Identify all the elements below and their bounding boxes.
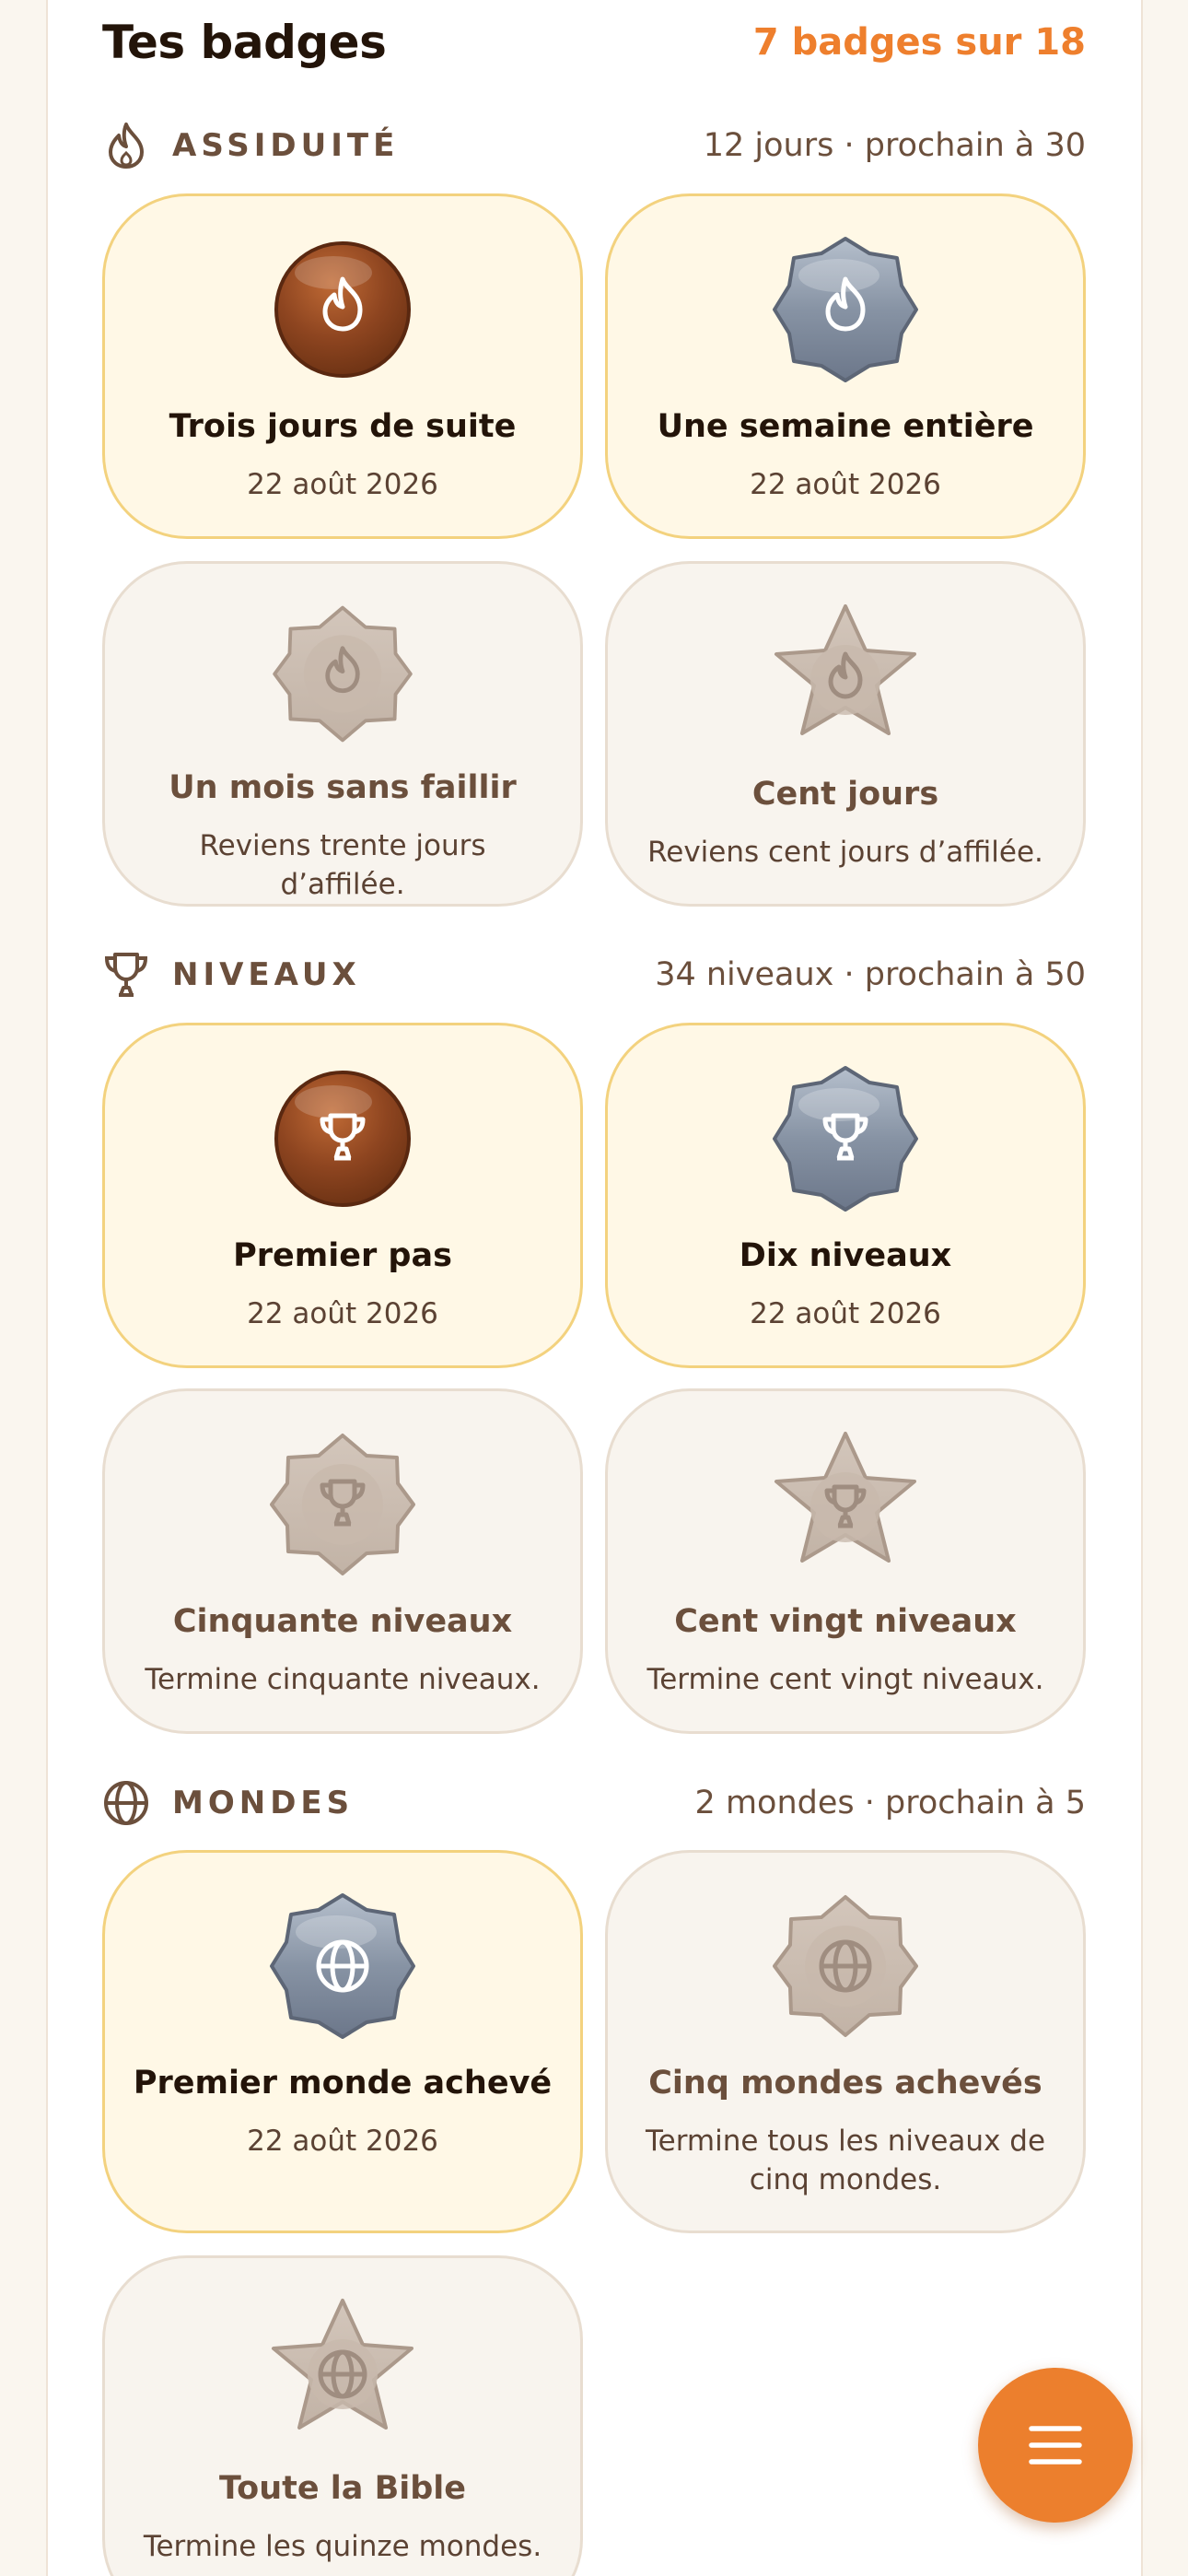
silver-medal-globe-icon — [270, 1893, 415, 2039]
badge-date: 22 août 2026 — [750, 468, 941, 501]
section-title: ASSIDUITÉ — [172, 127, 400, 164]
section-progress: 12 jours · prochain à 30 — [703, 127, 1086, 164]
badge-name: Un mois sans faillir — [169, 769, 517, 806]
bronze-medal-trophy-icon — [274, 1071, 411, 1207]
section-progress: 34 niveaux · prochain à 50 — [655, 956, 1086, 993]
badge-card-dix-niveaux[interactable]: Dix niveaux 22 août 2026 — [605, 1023, 1086, 1368]
menu-button[interactable] — [978, 2368, 1133, 2523]
badge-date: 22 août 2026 — [247, 468, 438, 501]
badge-name: Cent vingt niveaux — [674, 1603, 1017, 1640]
badge-card-premier-pas[interactable]: Premier pas 22 août 2026 — [102, 1023, 583, 1368]
badge-card-une-semaine[interactable]: Une semaine entière 22 août 2026 — [605, 193, 1086, 539]
menu-icon — [1029, 2426, 1082, 2465]
locked-platinum-medal-flame-icon — [775, 604, 916, 735]
locked-gold-medal-trophy-icon — [270, 1434, 415, 1575]
section-title: MONDES — [172, 1785, 355, 1821]
badge-name: Cinq mondes achevés — [648, 2065, 1042, 2102]
silver-medal-trophy-icon — [773, 1066, 918, 1212]
flame-icon — [102, 122, 150, 170]
section-header-assiduite: ASSIDUITÉ 12 jours · prochain à 30 — [102, 116, 1086, 175]
globe-icon — [102, 1779, 150, 1827]
badge-card-un-mois[interactable]: Un mois sans faillir Reviens trente jour… — [102, 561, 583, 907]
section-header-mondes: MONDES 2 mondes · prochain à 5 — [102, 1774, 1086, 1832]
silver-medal-flame-icon — [773, 237, 918, 382]
page-title: Tes badges — [102, 16, 387, 69]
badge-name: Une semaine entière — [657, 408, 1034, 445]
badge-date: 22 août 2026 — [750, 1297, 941, 1330]
badge-date: 22 août 2026 — [247, 1297, 438, 1330]
locked-gold-medal-globe-icon — [773, 1895, 918, 2037]
badge-card-cinquante-niveaux[interactable]: Cinquante niveaux Termine cinquante nive… — [102, 1388, 583, 1734]
badge-date: 22 août 2026 — [247, 2125, 438, 2158]
badge-name: Trois jours de suite — [169, 408, 517, 445]
badge-requirement: Reviens trente jours d’affilée. — [199, 829, 486, 901]
badge-requirement: Reviens cent jours d’affilée. — [647, 836, 1043, 869]
locked-platinum-medal-trophy-icon — [775, 1432, 916, 1563]
badge-card-cinq-mondes[interactable]: Cinq mondes achevés Termine tous les niv… — [605, 1850, 1086, 2233]
locked-gold-medal-flame-icon — [273, 605, 413, 743]
badge-card-trois-jours[interactable]: Trois jours de suite 22 août 2026 — [102, 193, 583, 539]
badge-card-cent-vingt-niveaux[interactable]: Cent vingt niveaux Termine cent vingt ni… — [605, 1388, 1086, 1734]
badge-name: Premier monde achevé — [133, 2065, 553, 2102]
badge-name: Cinquante niveaux — [172, 1603, 513, 1640]
section-progress: 2 mondes · prochain à 5 — [694, 1785, 1086, 1821]
badge-requirement: Termine tous les niveaux de cinq mondes. — [645, 2125, 1046, 2196]
badge-card-cent-jours[interactable]: Cent jours Reviens cent jours d’affilée. — [605, 561, 1086, 907]
badge-name: Dix niveaux — [739, 1237, 952, 1274]
badge-card-toute-la-bible[interactable]: Toute la Bible Termine les quinze mondes… — [102, 2255, 583, 2576]
bronze-medal-flame-icon — [274, 241, 411, 378]
badge-card-premier-monde[interactable]: Premier monde achevé 22 août 2026 — [102, 1850, 583, 2233]
locked-platinum-medal-globe-icon — [272, 2299, 413, 2430]
section-header-niveaux: NIVEAUX 34 niveaux · prochain à 50 — [102, 945, 1086, 1004]
badge-name: Toute la Bible — [218, 2470, 467, 2507]
badge-requirement: Termine cent vingt niveaux. — [646, 1663, 1044, 1696]
badge-count: 7 badges sur 18 — [752, 21, 1086, 64]
badge-requirement: Termine les quinze mondes. — [143, 2530, 542, 2563]
page-header: Tes badges 7 badges sur 18 — [102, 6, 1086, 79]
section-title: NIVEAUX — [172, 956, 361, 993]
badge-requirement: Termine cinquante niveaux. — [145, 1663, 541, 1696]
badge-name: Premier pas — [233, 1237, 452, 1274]
badge-name: Cent jours — [751, 776, 939, 813]
trophy-icon — [102, 951, 150, 999]
